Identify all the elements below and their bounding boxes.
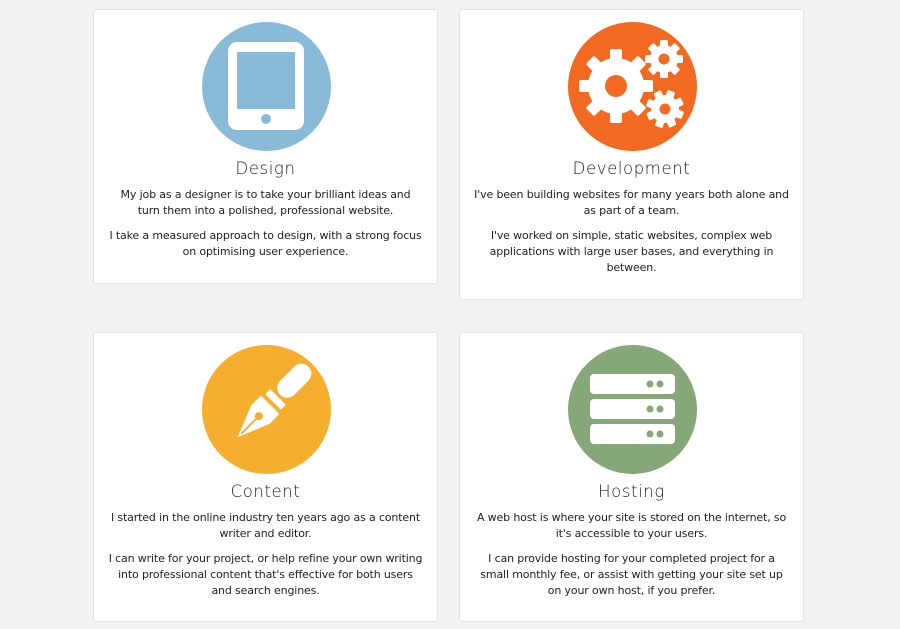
service-paragraph: I've worked on simple, static websites, … <box>489 229 774 274</box>
service-description: I started in the online industry ten yea… <box>108 510 423 608</box>
service-paragraph: I can write for your project, or help re… <box>108 552 423 597</box>
development-icon-circle <box>568 22 697 151</box>
service-paragraph: I've been building websites for many yea… <box>474 188 789 217</box>
service-card-hosting: Hosting A web host is where your site is… <box>459 332 804 622</box>
gears-icon <box>579 40 684 128</box>
service-paragraph: I take a measured approach to design, wi… <box>109 229 422 258</box>
service-paragraph: A web host is where your site is stored … <box>476 511 787 540</box>
service-description: I've been building websites for many yea… <box>474 187 789 285</box>
service-paragraph: My job as a designer is to take your bri… <box>120 188 411 217</box>
content-icon-circle <box>202 345 331 474</box>
service-paragraph: I started in the online industry ten yea… <box>110 511 421 540</box>
fountain-pen-icon <box>237 363 312 438</box>
design-icon-circle <box>202 22 331 151</box>
server-icon <box>590 374 675 444</box>
service-title: Content <box>230 482 301 501</box>
tablet-icon <box>228 42 304 130</box>
service-card-design: Design My job as a designer is to take y… <box>93 9 438 284</box>
service-description: A web host is where your site is stored … <box>474 510 789 608</box>
service-title: Development <box>572 159 691 178</box>
service-title: Design <box>235 159 296 178</box>
service-card-content: Content I started in the online industry… <box>93 332 438 622</box>
service-title: Hosting <box>598 482 665 501</box>
service-card-development: Development I've been building websites … <box>459 9 804 300</box>
service-paragraph: I can provide hosting for your completed… <box>480 552 783 597</box>
hosting-icon-circle <box>568 345 697 474</box>
service-description: My job as a designer is to take your bri… <box>108 187 423 269</box>
